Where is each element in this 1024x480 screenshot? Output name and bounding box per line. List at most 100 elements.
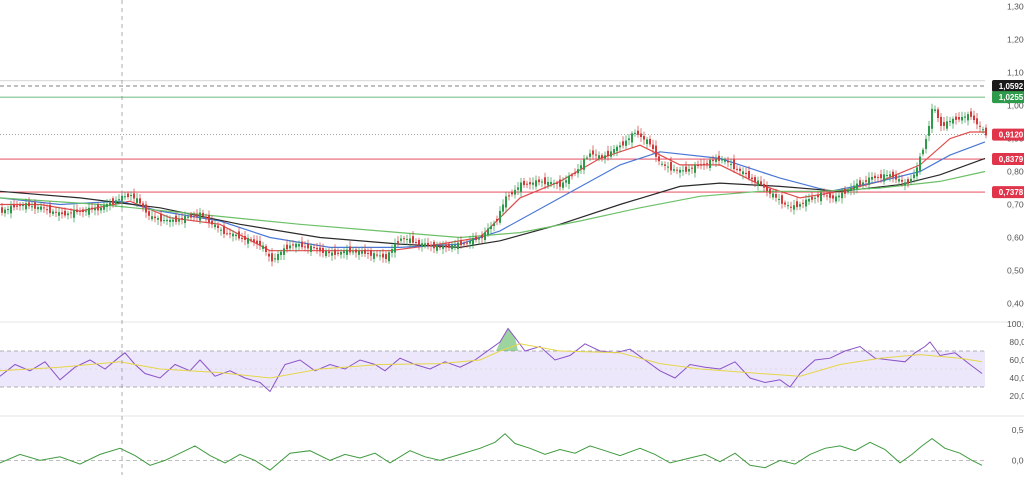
y-tick-label: 0,8000 — [1007, 167, 1024, 177]
candle-body — [865, 180, 867, 182]
candle-body — [823, 193, 825, 195]
candle-body — [49, 204, 51, 214]
candle-body — [268, 253, 270, 257]
candle-body — [481, 234, 483, 239]
candle-body — [979, 125, 981, 127]
candle-body — [583, 158, 585, 170]
candle-body — [523, 180, 525, 186]
candle-body — [670, 162, 672, 171]
price-label-text: 1,0592 — [999, 82, 1024, 91]
candle-body — [478, 238, 480, 240]
y-tick-label: 40,00 — [1009, 373, 1024, 383]
moving-average-line — [0, 141, 986, 248]
candle-body — [595, 154, 597, 156]
candle-body — [157, 218, 159, 220]
candle-body — [886, 175, 888, 177]
candle-body — [184, 216, 186, 224]
candle-body — [295, 243, 297, 248]
candle-body — [202, 212, 204, 216]
candle-body — [769, 188, 771, 194]
candle-body — [256, 240, 258, 244]
candle-body — [43, 207, 45, 209]
candle-body — [910, 178, 912, 183]
candle-body — [853, 185, 855, 190]
candle-body — [613, 149, 615, 153]
candle-body — [4, 209, 6, 214]
candle-body — [952, 118, 954, 124]
candle-body — [535, 180, 537, 187]
price-label-text: 0,7378 — [999, 188, 1024, 197]
candle-body — [709, 159, 711, 168]
candle-body — [280, 251, 282, 256]
candle-body — [16, 205, 18, 207]
candle-body — [745, 172, 747, 175]
candle-body — [556, 183, 558, 185]
candle-body — [715, 159, 717, 162]
candle-body — [91, 207, 93, 210]
candle-body — [463, 243, 465, 245]
candle-body — [361, 251, 363, 254]
candle-body — [850, 187, 852, 192]
candle-body — [181, 218, 183, 220]
candle-body — [457, 242, 459, 249]
candle-body — [814, 197, 816, 199]
candle-body — [199, 212, 201, 221]
candle-body — [97, 204, 99, 211]
candle-body — [118, 199, 120, 201]
candle-body — [748, 171, 750, 179]
candle-body — [22, 205, 24, 207]
candle-body — [220, 229, 222, 231]
candle-body — [565, 180, 567, 183]
candle-body — [322, 248, 324, 254]
rsi-band — [0, 351, 985, 387]
candle-body — [889, 174, 891, 177]
candle-body — [787, 205, 789, 207]
candle-body — [907, 179, 909, 184]
candle-body — [337, 252, 339, 254]
candle-body — [601, 155, 603, 158]
candle-body — [793, 205, 795, 210]
candle-body — [211, 220, 213, 225]
candle-body — [664, 164, 666, 166]
candle-body — [196, 214, 198, 217]
candle-body — [163, 220, 165, 222]
candle-body — [790, 206, 792, 208]
candle-body — [928, 125, 930, 136]
chart-canvas[interactable]: 1,30001,20001,10001,00000,90000,80000,70… — [0, 0, 1024, 475]
candle-body — [343, 251, 345, 254]
candle-body — [55, 211, 57, 213]
candle-body — [622, 141, 624, 146]
candle-body — [109, 202, 111, 206]
candle-body — [739, 168, 741, 172]
candle-body — [526, 183, 528, 185]
candle-body — [286, 244, 288, 250]
candle-body — [586, 157, 588, 159]
candle-body — [589, 153, 591, 157]
y-tick-label: 80,00 — [1009, 337, 1024, 347]
candle-body — [655, 145, 657, 157]
candle-body — [541, 181, 543, 183]
candle-body — [976, 118, 978, 125]
candle-body — [73, 210, 75, 218]
candle-body — [370, 250, 372, 256]
candle-body — [46, 209, 48, 211]
candle-body — [106, 204, 108, 207]
candle-body — [442, 246, 444, 249]
candle-body — [817, 195, 819, 198]
candle-body — [88, 207, 90, 215]
candle-body — [973, 115, 975, 121]
candle-body — [265, 246, 267, 253]
candle-body — [496, 218, 498, 221]
candle-body — [400, 238, 402, 241]
candle-body — [499, 210, 501, 223]
candle-body — [982, 129, 984, 131]
candle-body — [340, 252, 342, 255]
candle-body — [688, 169, 690, 172]
candle-body — [445, 244, 447, 248]
candle-body — [727, 161, 729, 163]
candle-body — [397, 241, 399, 243]
candle-body — [355, 249, 357, 253]
candle-body — [781, 195, 783, 204]
candle-body — [328, 251, 330, 254]
candle-body — [859, 180, 861, 186]
